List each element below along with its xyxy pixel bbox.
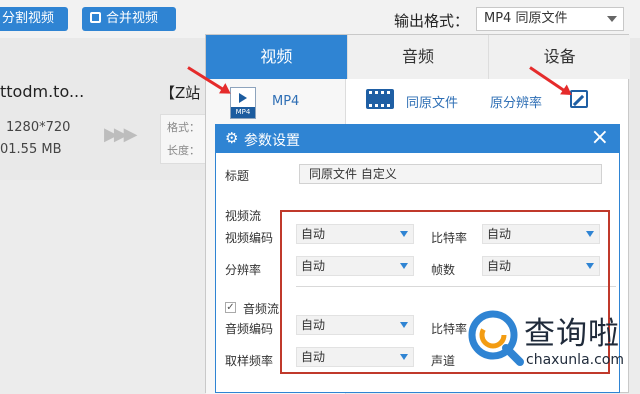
audio-stream-heading: 音频流 — [243, 302, 280, 316]
info-length-label: 长度： — [167, 144, 200, 157]
option-same-file[interactable]: 同原文件 — [406, 92, 458, 111]
file-resolution: 1280*720 — [6, 120, 71, 135]
toolbar: 分割视频 合并视频 输出格式： MP4 同原文件 — [0, 0, 640, 38]
tab-video[interactable]: 视频 — [206, 35, 347, 79]
output-format-label: 输出格式： — [394, 12, 470, 30]
split-video-button[interactable]: 分割视频 — [0, 7, 68, 31]
info-format-label: 格式： — [167, 121, 200, 134]
audio-codec-label: 音频编码 — [225, 322, 274, 336]
film-icon — [366, 89, 394, 109]
audio-stream-checkbox[interactable]: ✓ — [225, 302, 236, 313]
title-input[interactable]: 同原文件 自定义 — [299, 164, 602, 184]
file-size: 01.55 MB — [0, 142, 62, 157]
play-icon — [239, 93, 247, 103]
format-tabs: 视频 音频 设备 — [206, 35, 631, 79]
dialog-header: ⚙ 参数设置 × — [216, 125, 619, 153]
output-format-select[interactable]: MP4 同原文件 — [476, 7, 624, 31]
option-resolution[interactable]: 原分辨率 — [490, 92, 542, 111]
convert-arrow-icon: ▶▶▶ — [104, 124, 137, 145]
sample-rate-label: 取样频率 — [225, 354, 274, 368]
watermark-logo-icon — [468, 310, 524, 366]
format-item-mp4[interactable]: MP4 — [272, 94, 299, 109]
output-format-value: MP4 同原文件 — [484, 11, 568, 26]
tab-audio[interactable]: 音频 — [346, 35, 489, 79]
dialog-title: 参数设置 — [244, 133, 300, 149]
file-name: ttodm.to... — [0, 82, 85, 101]
merge-video-button[interactable]: 合并视频 — [82, 7, 176, 31]
output-file-name: 【Z站 — [160, 84, 201, 102]
video-codec-label: 视频编码 — [225, 231, 274, 245]
merge-icon — [90, 12, 101, 23]
mp4-icon-label: MP4 — [231, 107, 255, 118]
close-icon[interactable]: × — [591, 126, 609, 150]
chevron-down-icon — [607, 16, 617, 22]
tab-device[interactable]: 设备 — [488, 35, 631, 79]
gear-icon: ⚙ — [225, 129, 239, 147]
mp4-file-icon[interactable]: MP4 — [230, 87, 256, 119]
title-label: 标题 — [225, 169, 250, 183]
merge-video-label: 合并视频 — [106, 11, 159, 26]
resolution-label: 分辨率 — [225, 263, 262, 277]
watermark: 查询啦 chaxunla.com — [466, 302, 640, 393]
watermark-url: chaxunla.com — [526, 352, 624, 368]
video-stream-heading: 视频流 — [225, 209, 262, 223]
watermark-text: 查询啦 — [524, 316, 620, 352]
